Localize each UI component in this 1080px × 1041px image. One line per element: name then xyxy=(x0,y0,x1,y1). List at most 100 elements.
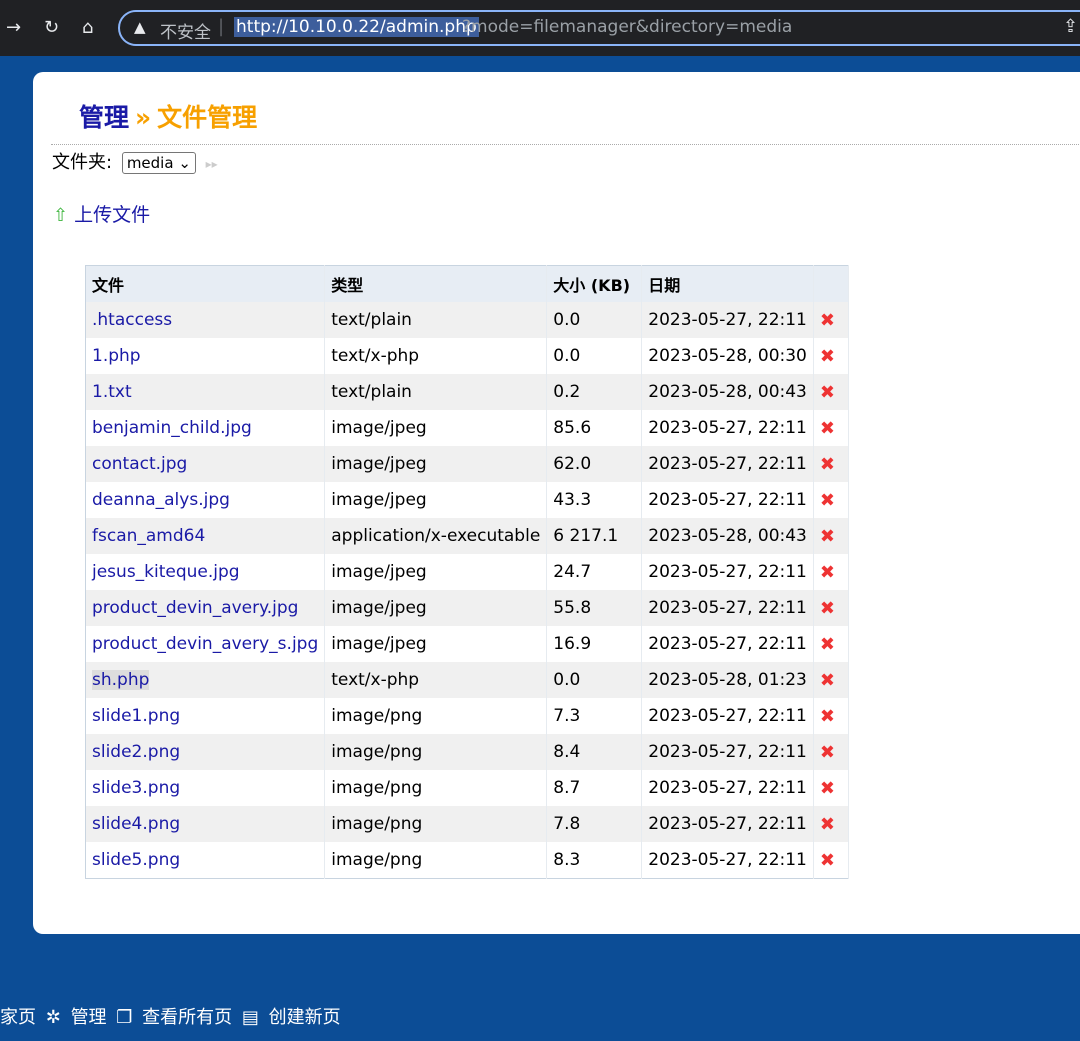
file-size: 7.8 xyxy=(546,806,643,842)
table-header-row: 文件 类型 大小 (KB) 日期 xyxy=(85,265,849,302)
file-name-link[interactable]: 1.php xyxy=(85,338,326,374)
delete-x-icon[interactable]: ✖ xyxy=(820,526,835,547)
file-type: application/x-executable xyxy=(324,518,548,554)
file-type: image/jpeg xyxy=(324,626,548,662)
warning-icon[interactable]: ▲ xyxy=(134,18,146,36)
delete-cell: ✖ xyxy=(813,482,849,518)
file-size: 7.3 xyxy=(546,698,643,734)
delete-x-icon[interactable]: ✖ xyxy=(820,850,835,871)
file-name-link[interactable]: slide4.png xyxy=(85,806,326,842)
upload-label[interactable]: 上传文件 xyxy=(74,204,150,226)
delete-x-icon[interactable]: ✖ xyxy=(820,670,835,691)
delete-x-icon[interactable]: ✖ xyxy=(820,454,835,475)
file-size: 0.0 xyxy=(546,338,643,374)
share-icon[interactable]: ⇪ xyxy=(1063,16,1078,37)
delete-cell: ✖ xyxy=(813,662,849,698)
file-date: 2023-05-27, 22:11 xyxy=(641,626,814,662)
file-name-link[interactable]: slide5.png xyxy=(85,842,326,879)
forward-icon[interactable]: → xyxy=(6,14,21,42)
url-query[interactable]: ?mode=filemanager&directory=media xyxy=(462,17,792,37)
file-name-link[interactable]: .htaccess xyxy=(85,302,326,338)
file-type: image/jpeg xyxy=(324,590,548,626)
file-size: 55.8 xyxy=(546,590,643,626)
reload-icon[interactable]: ↻ xyxy=(44,14,59,42)
file-type: text/plain xyxy=(324,374,548,410)
footer-nav: 家页 ✲ 管理 ❐ 查看所有页 ▤ 创建新页 xyxy=(0,1003,345,1029)
file-name-link[interactable]: benjamin_child.jpg xyxy=(85,410,326,446)
file-size: 6 217.1 xyxy=(546,518,643,554)
file-name-link[interactable]: product_devin_avery.jpg xyxy=(85,590,326,626)
breadcrumb-admin[interactable]: 管理 xyxy=(79,103,129,132)
table-row: slide4.png image/png 7.8 2023-05-27, 22:11 ✖ xyxy=(85,806,849,842)
folder-label: 文件夹: xyxy=(52,152,113,173)
file-type: text/x-php xyxy=(324,662,548,698)
table-row: 1.php text/x-php 0.0 2023-05-28, 00:30 ✖ xyxy=(85,338,849,374)
delete-x-icon[interactable]: ✖ xyxy=(820,562,835,583)
file-name-link[interactable]: slide1.png xyxy=(85,698,326,734)
file-name-link[interactable]: contact.jpg xyxy=(85,446,326,482)
file-size: 16.9 xyxy=(546,626,643,662)
delete-x-icon[interactable]: ✖ xyxy=(820,346,835,367)
delete-x-icon[interactable]: ✖ xyxy=(820,418,835,439)
table-row: .htaccess text/plain 0.0 2023-05-27, 22:11 ✖ xyxy=(85,302,849,338)
table-row: slide1.png image/png 7.3 2023-05-27, 22:11 ✖ xyxy=(85,698,849,734)
divider: | xyxy=(218,16,225,37)
delete-cell: ✖ xyxy=(813,446,849,482)
delete-cell: ✖ xyxy=(813,770,849,806)
address-bar[interactable]: ▲ 不安全 | http://10.10.0.22/admin.php ?mod… xyxy=(118,10,1080,46)
column-header-actions xyxy=(813,265,849,302)
file-name-link[interactable]: sh.php xyxy=(85,662,326,698)
file-table: 文件 类型 大小 (KB) 日期 .htaccess text/plain 0.0 2… xyxy=(85,265,849,879)
security-label[interactable]: 不安全 xyxy=(160,18,211,43)
file-type: image/png xyxy=(324,734,548,770)
footer-view-pages[interactable]: 查看所有页 xyxy=(142,1007,232,1028)
delete-x-icon[interactable]: ✖ xyxy=(820,382,835,403)
delete-x-icon[interactable]: ✖ xyxy=(820,310,835,331)
delete-x-icon[interactable]: ✖ xyxy=(820,598,835,619)
delete-cell: ✖ xyxy=(813,518,849,554)
table-row: contact.jpg image/jpeg 62.0 2023-05-27, 22:… xyxy=(85,446,849,482)
folder-select[interactable]: media ⌄ xyxy=(121,152,196,174)
file-name-link[interactable]: fscan_amd64 xyxy=(85,518,326,554)
file-type: image/jpeg xyxy=(324,482,548,518)
delete-x-icon[interactable]: ✖ xyxy=(820,490,835,511)
url-host[interactable]: http://10.10.0.22/admin.php xyxy=(234,17,479,37)
footer-home[interactable]: 家页 xyxy=(0,1007,36,1028)
file-date: 2023-05-27, 22:11 xyxy=(641,554,814,590)
page-title: 管理» 文件管理 xyxy=(79,98,257,134)
content-panel: 管理» 文件管理 文件夹: media ⌄ ▸▸ ⇧ 上传文件 文件 类型 大小 (… xyxy=(33,72,1080,934)
delete-x-icon[interactable]: ✖ xyxy=(820,706,835,727)
table-row: product_devin_avery_s.jpg image/jpeg 16.9 2… xyxy=(85,626,849,662)
file-type: image/png xyxy=(324,842,548,879)
delete-x-icon[interactable]: ✖ xyxy=(820,814,835,835)
column-header-file: 文件 xyxy=(85,265,326,302)
file-size: 85.6 xyxy=(546,410,643,446)
go-arrows-icon[interactable]: ▸▸ xyxy=(206,157,218,171)
file-name-link[interactable]: jesus_kiteque.jpg xyxy=(85,554,326,590)
file-date: 2023-05-27, 22:11 xyxy=(641,734,814,770)
footer-new-page[interactable]: 创建新页 xyxy=(269,1007,341,1028)
file-name-link[interactable]: slide2.png xyxy=(85,734,326,770)
file-name-link[interactable]: product_devin_avery_s.jpg xyxy=(85,626,326,662)
file-type: image/png xyxy=(324,806,548,842)
delete-cell: ✖ xyxy=(813,338,849,374)
file-name-link[interactable]: 1.txt xyxy=(85,374,326,410)
file-size: 0.2 xyxy=(546,374,643,410)
table-row: slide5.png image/png 8.3 2023-05-27, 22:11 ✖ xyxy=(85,842,849,879)
file-name-link[interactable]: slide3.png xyxy=(85,770,326,806)
delete-cell: ✖ xyxy=(813,842,849,879)
upload-link[interactable]: ⇧ 上传文件 xyxy=(53,200,150,227)
home-icon[interactable]: ⌂ xyxy=(82,14,93,42)
table-row: deanna_alys.jpg image/jpeg 43.3 2023-05-27,… xyxy=(85,482,849,518)
delete-x-icon[interactable]: ✖ xyxy=(820,778,835,799)
file-name-link[interactable]: deanna_alys.jpg xyxy=(85,482,326,518)
column-header-date: 日期 xyxy=(641,265,814,302)
table-row: benjamin_child.jpg image/jpeg 85.6 2023-05-… xyxy=(85,410,849,446)
table-row: slide2.png image/png 8.4 2023-05-27, 22:11 ✖ xyxy=(85,734,849,770)
footer-admin[interactable]: 管理 xyxy=(71,1007,107,1028)
file-date: 2023-05-27, 22:11 xyxy=(641,302,814,338)
delete-cell: ✖ xyxy=(813,626,849,662)
delete-x-icon[interactable]: ✖ xyxy=(820,742,835,763)
file-name-highlight[interactable]: sh.php xyxy=(92,670,150,690)
delete-x-icon[interactable]: ✖ xyxy=(820,634,835,655)
